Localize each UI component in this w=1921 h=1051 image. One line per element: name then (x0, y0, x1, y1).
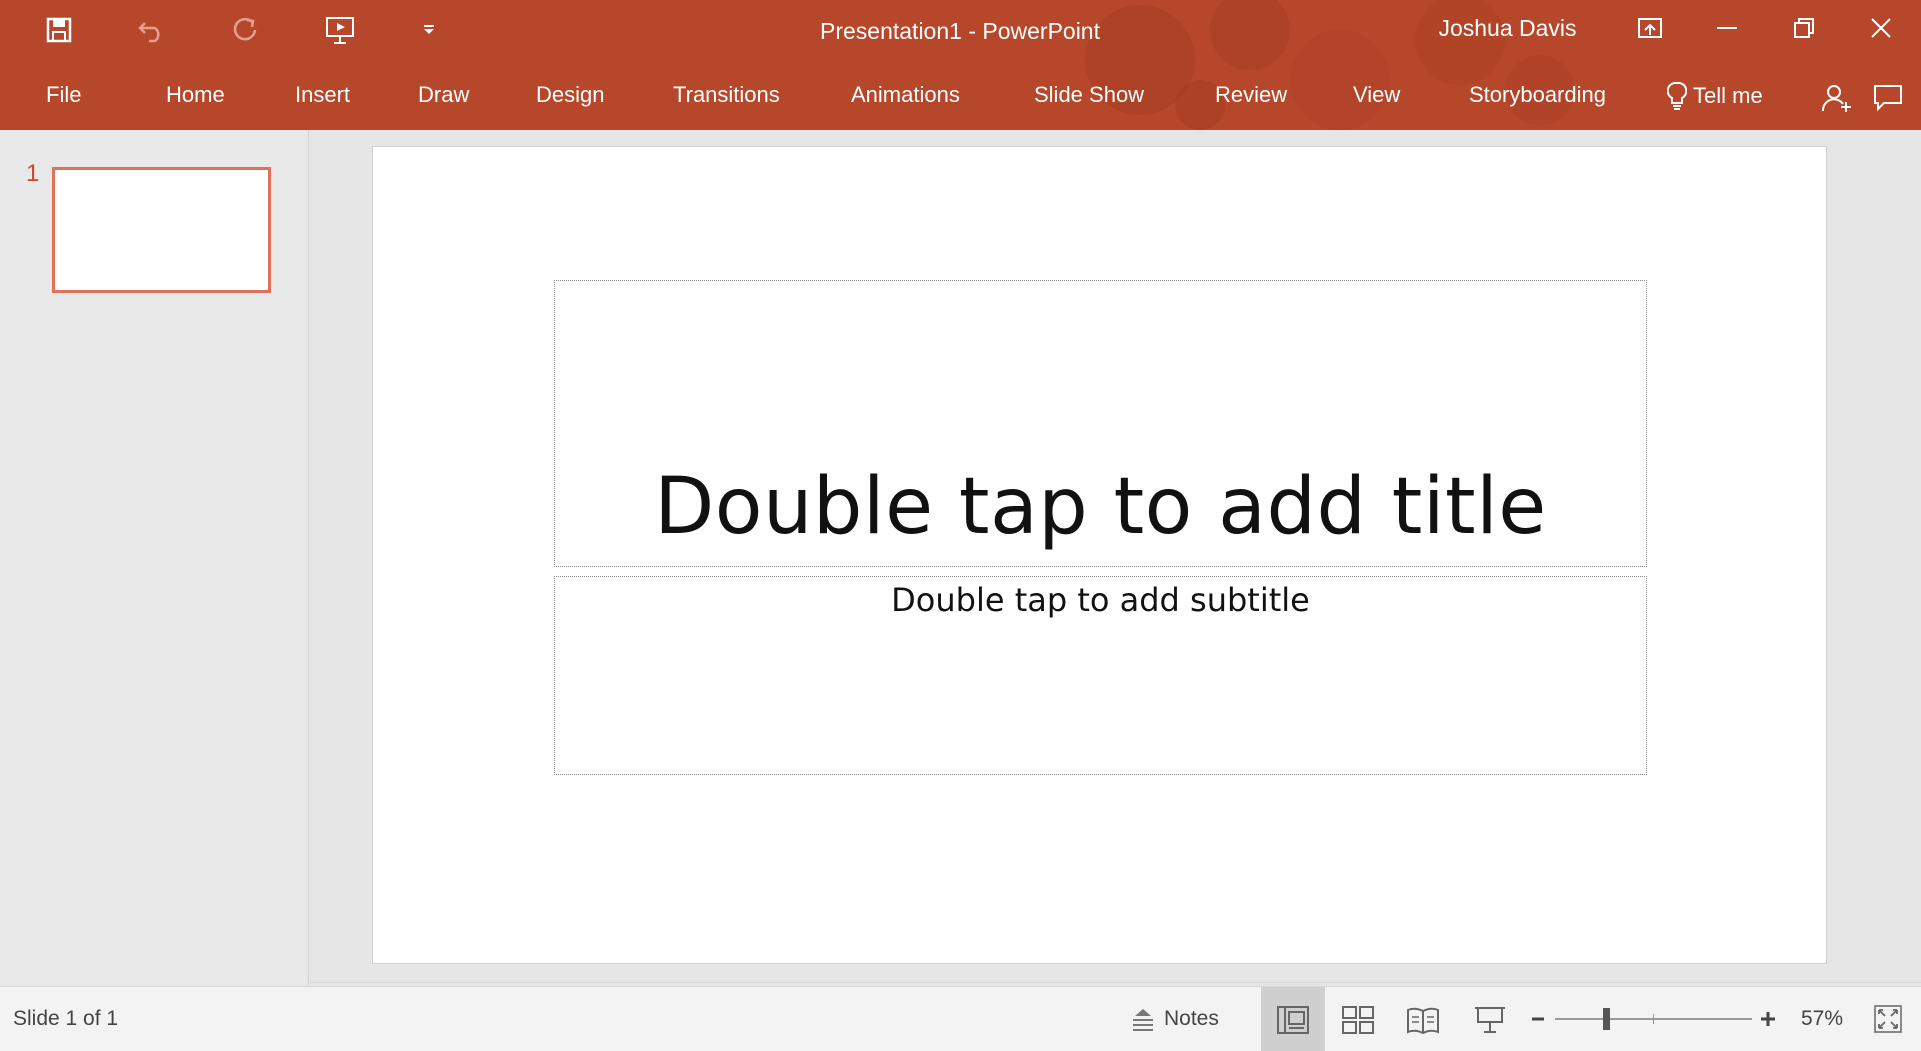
minus-icon (1532, 1017, 1544, 1021)
comments-button[interactable] (1868, 78, 1908, 118)
fit-slide-to-window-button[interactable] (1866, 997, 1910, 1041)
save-button[interactable] (37, 8, 81, 52)
present-from-beginning-button[interactable] (318, 8, 362, 52)
status-bar: Slide 1 of 1 Notes 57% (0, 986, 1921, 1051)
reading-view-icon (1407, 1007, 1439, 1034)
slide-show-view-button[interactable] (1458, 987, 1522, 1051)
share-button[interactable] (1817, 78, 1857, 118)
redo-button[interactable] (224, 8, 268, 52)
title-placeholder[interactable]: Double tap to add title (554, 280, 1647, 567)
tab-transitions[interactable]: Transitions (673, 74, 780, 118)
ribbon-display-options-icon (1638, 18, 1662, 38)
notes-label: Notes (1164, 1007, 1219, 1030)
restore-icon (1794, 18, 1814, 38)
tab-storyboarding[interactable]: Storyboarding (1469, 74, 1606, 118)
slide-thumbnail-pane: 1 (0, 130, 309, 985)
slide-canvas[interactable]: Double tap to add title Double tap to ad… (372, 146, 1827, 964)
subtitle-placeholder[interactable]: Double tap to add subtitle (554, 576, 1647, 775)
thumbnail-number: 1 (26, 160, 40, 187)
slide-editing-area: Double tap to add title Double tap to ad… (310, 130, 1921, 985)
save-icon (46, 17, 72, 43)
normal-view-button[interactable] (1261, 987, 1325, 1051)
zoom-level[interactable]: 57% (1801, 1007, 1843, 1031)
ribbon-display-options-button[interactable] (1626, 6, 1674, 50)
redo-icon (233, 17, 257, 41)
chevron-down-icon (424, 25, 434, 34)
powerpoint-window: Presentation1 - PowerPoint Joshua Davis (0, 0, 1921, 1051)
lightbulb-icon (1667, 81, 1687, 110)
subtitle-placeholder-text: Double tap to add subtitle (891, 581, 1310, 619)
slide-sorter-view-button[interactable] (1326, 987, 1390, 1051)
slide-thumbnail[interactable] (52, 167, 271, 293)
zoom-slider[interactable] (1555, 1008, 1752, 1030)
tab-home[interactable]: Home (166, 74, 225, 118)
share-icon (1821, 85, 1851, 112)
close-button[interactable] (1857, 6, 1905, 50)
minimize-button[interactable] (1703, 6, 1751, 50)
notes-button[interactable]: Notes (1130, 997, 1219, 1041)
undo-icon (138, 22, 160, 43)
tell-me-search[interactable]: Tell me (1667, 74, 1763, 118)
notes-icon (1133, 1009, 1153, 1031)
slide-sorter-icon (1342, 1005, 1374, 1034)
slide-count-status: Slide 1 of 1 (13, 1007, 119, 1030)
plus-icon (1761, 1012, 1775, 1026)
tab-insert[interactable]: Insert (295, 74, 350, 118)
customize-toolbar-button[interactable] (407, 8, 451, 52)
title-bar: Presentation1 - PowerPoint Joshua Davis (0, 0, 1921, 130)
slide-show-icon (1475, 1006, 1505, 1033)
minimize-icon (1717, 27, 1737, 29)
reading-view-button[interactable] (1391, 987, 1455, 1051)
tab-slide-show[interactable]: Slide Show (1034, 74, 1144, 118)
zoom-slider-handle[interactable] (1603, 1008, 1611, 1030)
ribbon-tabs: File Home Insert Draw Design Transitions… (0, 74, 1921, 118)
title-placeholder-text: Double tap to add title (654, 462, 1547, 552)
tell-me-label: Tell me (1693, 83, 1763, 108)
comments-icon (1874, 85, 1902, 112)
tab-review[interactable]: Review (1215, 74, 1287, 118)
undo-button[interactable] (130, 8, 174, 52)
zoom-in-button[interactable] (1754, 999, 1782, 1039)
zoom-out-button[interactable] (1524, 999, 1552, 1039)
restore-button[interactable] (1780, 6, 1828, 50)
close-icon (1871, 18, 1891, 38)
fit-to-window-icon (1874, 1005, 1902, 1033)
tab-file[interactable]: File (46, 74, 81, 118)
tab-design[interactable]: Design (536, 74, 604, 118)
zoom-slider-center-tick (1653, 1014, 1654, 1024)
present-from-beginning-icon (326, 17, 354, 44)
divider (310, 982, 1921, 983)
normal-view-icon (1277, 1005, 1309, 1034)
tab-view[interactable]: View (1353, 74, 1400, 118)
window-title: Presentation1 - PowerPoint (820, 18, 1100, 44)
user-account-name[interactable]: Joshua Davis (1420, 15, 1595, 42)
tab-draw[interactable]: Draw (418, 74, 469, 118)
tab-animations[interactable]: Animations (851, 74, 960, 118)
